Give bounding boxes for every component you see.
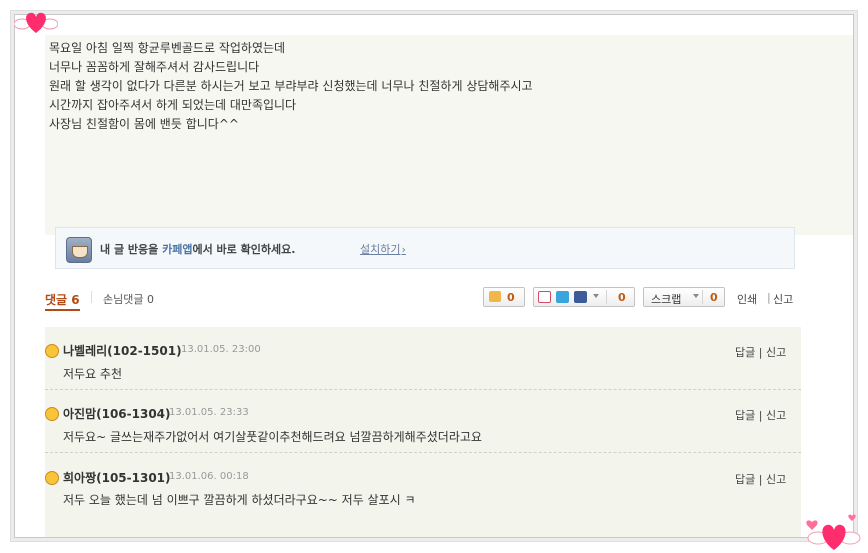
scrap-button[interactable]: 스크랩 0 [643, 287, 725, 307]
comment-text: 저두요~ 글쓰는재주가없어서 여기살풋같이추천해드려요 넘깔끔하게해주셨더라고요 [63, 430, 482, 444]
share-count: 0 [618, 291, 626, 304]
twitter-icon [556, 291, 569, 303]
toolbar-divider [91, 291, 92, 303]
comment-list: 나벨레리(102-1501) 13.01.05. 23:00 저두요 추천 답글… [45, 327, 801, 537]
post-body: 목요일 아침 일찍 항균루벤골드로 작업하였는데 너무나 꼼꼼하게 잘해주셔서 … [45, 35, 853, 235]
facebook-icon [574, 291, 587, 303]
user-smile-icon [45, 471, 59, 485]
comment-actions: 답글 | 신고 [735, 473, 787, 486]
cafe-app-suffix: 에서 바로 확인하세요. [192, 243, 296, 256]
share-button[interactable]: 0 [533, 287, 635, 307]
like-button[interactable]: 0 [483, 287, 525, 307]
comment-report-link[interactable]: 신고 [766, 473, 786, 486]
cafe-app-prefix: 내 글 반응을 [100, 243, 163, 256]
comment-date: 13.01.05. 23:00 [181, 344, 261, 355]
comment-text: 저두 오늘 했는데 넘 이쁘구 깔끔하게 하셨더라구요~~ 저두 살포시 ㅋ [63, 493, 416, 507]
reply-link[interactable]: 답글 [735, 409, 755, 422]
scrap-count: 0 [710, 291, 718, 304]
comment-report-link[interactable]: 신고 [766, 346, 786, 359]
post-line-5: 사장님 친절함이 몸에 밴듯 합니다^^ [49, 117, 239, 131]
scrap-label: 스크랩 [651, 293, 682, 306]
post-line-2: 너무나 꼼꼼하게 잘해주셔서 감사드립니다 [49, 60, 260, 74]
toolbar-separator: | [767, 291, 771, 304]
post-line-1: 목요일 아침 일찍 항균루벤골드로 작업하였는데 [49, 41, 286, 55]
comment-author[interactable]: 희아짱(105-1301) [63, 469, 171, 486]
cafe-app-message: 내 글 반응을 카페앱에서 바로 확인하세요. [100, 241, 295, 257]
install-link[interactable]: 설치하기› [360, 241, 406, 257]
comment-date: 13.01.05. 23:33 [169, 407, 249, 418]
cafe-app-banner: 내 글 반응을 카페앱에서 바로 확인하세요. 설치하기› [55, 227, 795, 269]
install-label: 설치하기 [360, 243, 401, 256]
user-smile-icon [45, 407, 59, 421]
reply-link[interactable]: 답글 [735, 346, 755, 359]
comment-text: 저두요 추천 [63, 367, 123, 381]
comment-actions: 답글 | 신고 [735, 409, 787, 422]
comment-item: 희아짱(105-1301) 13.01.06. 00:18 저두 오늘 했는데 … [45, 453, 801, 515]
link-share-icon [538, 291, 551, 303]
scrap-dropdown-icon[interactable] [693, 294, 699, 298]
comment-date: 13.01.06. 00:18 [169, 471, 249, 482]
user-smile-icon [45, 344, 59, 358]
cafe-app-icon [66, 237, 92, 263]
content-frame: 목요일 아침 일찍 항균루벤골드로 작업하였는데 너무나 꼼꼼하게 잘해주셔서 … [14, 14, 854, 538]
heart-wings-bottom-icon [806, 514, 861, 550]
reply-link[interactable]: 답글 [735, 473, 755, 486]
share-divider [606, 290, 607, 304]
scrap-divider [702, 290, 703, 304]
comment-author[interactable]: 나벨레리(102-1501) [63, 342, 182, 359]
comment-author[interactable]: 아진맘(106-1304) [63, 405, 171, 422]
print-link[interactable]: 인쇄 [737, 291, 757, 307]
post-line-4: 시간까지 잡아주셔서 하게 되었는데 대만족입니다 [49, 98, 297, 112]
comment-report-link[interactable]: 신고 [766, 409, 786, 422]
comment-actions: 답글 | 신고 [735, 346, 787, 359]
cafe-app-name: 카페앱 [162, 243, 193, 256]
share-dropdown-icon[interactable] [593, 294, 599, 298]
comment-item: 나벨레리(102-1501) 13.01.05. 23:00 저두요 추천 답글… [45, 327, 801, 390]
report-link[interactable]: 신고 [773, 291, 793, 307]
post-line-3: 원래 할 생각이 없다가 다른분 하시는거 보고 부랴부랴 신청했는데 너무나 … [49, 79, 533, 93]
thumbs-up-icon [489, 291, 501, 302]
heart-wings-top-icon [14, 12, 58, 33]
like-count: 0 [507, 291, 515, 304]
comment-item: 아진맘(106-1304) 13.01.05. 23:33 저두요~ 글쓰는재주… [45, 390, 801, 453]
guest-reply-tab[interactable]: 손님댓글 0 [103, 291, 154, 307]
reply-tab[interactable]: 댓글 6 [45, 291, 80, 311]
install-arrow: › [401, 243, 406, 256]
